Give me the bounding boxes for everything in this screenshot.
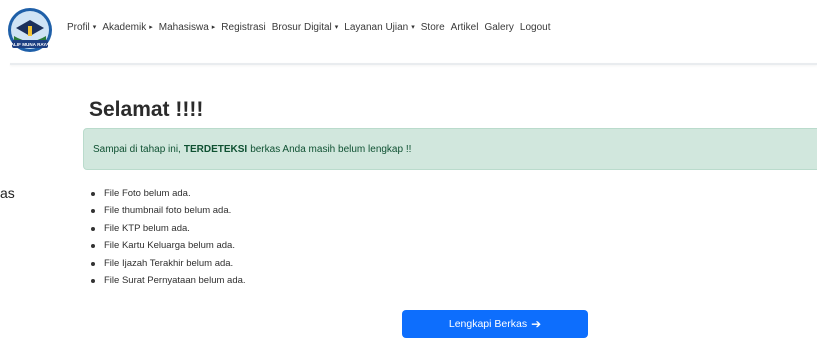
nav-item-layanan-ujian[interactable]: Layanan Ujian ▾: [344, 22, 414, 33]
alert-prefix: Sampai di tahap ini,: [93, 143, 181, 155]
logo-text: ALIF MUNA RAYA: [11, 42, 50, 47]
alert-emphasis: TERDETEKSI: [183, 143, 248, 155]
caret-right-icon: ▸: [211, 24, 216, 31]
nav-item-registrasi[interactable]: Registrasi: [221, 22, 265, 33]
list-item: File Foto belum ada.: [91, 187, 246, 204]
nav-item-label: Store: [420, 22, 445, 33]
nav-item-profil[interactable]: Profil ▾: [67, 22, 96, 33]
complete-files-button[interactable]: Lengkapi Berkas ➔: [402, 310, 588, 338]
list-item: File KTP belum ada.: [91, 222, 246, 239]
nav-item-label: Brosur Digital: [271, 22, 332, 33]
nav-item-label: Galery: [484, 22, 514, 33]
caret-down-icon: ▾: [92, 24, 97, 31]
university-logo[interactable]: ALIF MUNA RAYA: [6, 6, 54, 54]
nav-item-akademik[interactable]: Akademik ▸: [102, 22, 152, 33]
nav-item-brosur-digital[interactable]: Brosur Digital ▾: [272, 22, 339, 33]
nav-item-label: Artikel: [450, 22, 479, 33]
missing-files-list: File Foto belum ada. File thumbnail foto…: [91, 187, 246, 291]
clipped-side-text: as: [0, 185, 15, 201]
alert-suffix: berkas Anda masih belum lengkap !!: [250, 143, 412, 155]
button-label: Lengkapi Berkas: [448, 318, 528, 330]
nav-item-label: Layanan Ujian: [344, 22, 409, 33]
nav-item-label: Akademik: [102, 22, 147, 33]
top-navbar: ALIF MUNA RAYA Profil ▾ Akademik ▸ Mahas…: [0, 0, 817, 62]
arrow-right-icon: ➔: [531, 317, 542, 331]
page-title: Selamat !!!!: [89, 98, 204, 121]
caret-right-icon: ▸: [149, 24, 153, 31]
navbar-divider: [10, 63, 817, 65]
nav-item-artikel[interactable]: Artikel: [451, 22, 479, 33]
nav-item-label: Profil: [67, 22, 90, 33]
nav-item-label: Registrasi: [221, 22, 266, 33]
nav-item-logout[interactable]: Logout: [520, 22, 551, 33]
caret-down-icon: ▾: [334, 24, 339, 31]
nav-item-store[interactable]: Store: [421, 22, 445, 33]
list-item: File Surat Pernyataan belum ada.: [91, 274, 246, 291]
list-item: File Ijazah Terakhir belum ada.: [91, 257, 246, 274]
list-item: File thumbnail foto belum ada.: [91, 204, 246, 221]
nav-item-mahasiswa[interactable]: Mahasiswa ▸: [159, 22, 216, 33]
list-item: File Kartu Keluarga belum ada.: [91, 239, 246, 256]
nav-menu: Profil ▾ Akademik ▸ Mahasiswa ▸ Registra…: [67, 22, 551, 33]
nav-item-label: Logout: [519, 22, 551, 33]
status-alert: Sampai di tahap ini, TERDETEKSI berkas A…: [83, 128, 817, 170]
nav-item-label: Mahasiswa: [158, 22, 209, 33]
nav-item-galery[interactable]: Galery: [484, 22, 513, 33]
caret-down-icon: ▾: [411, 24, 415, 31]
